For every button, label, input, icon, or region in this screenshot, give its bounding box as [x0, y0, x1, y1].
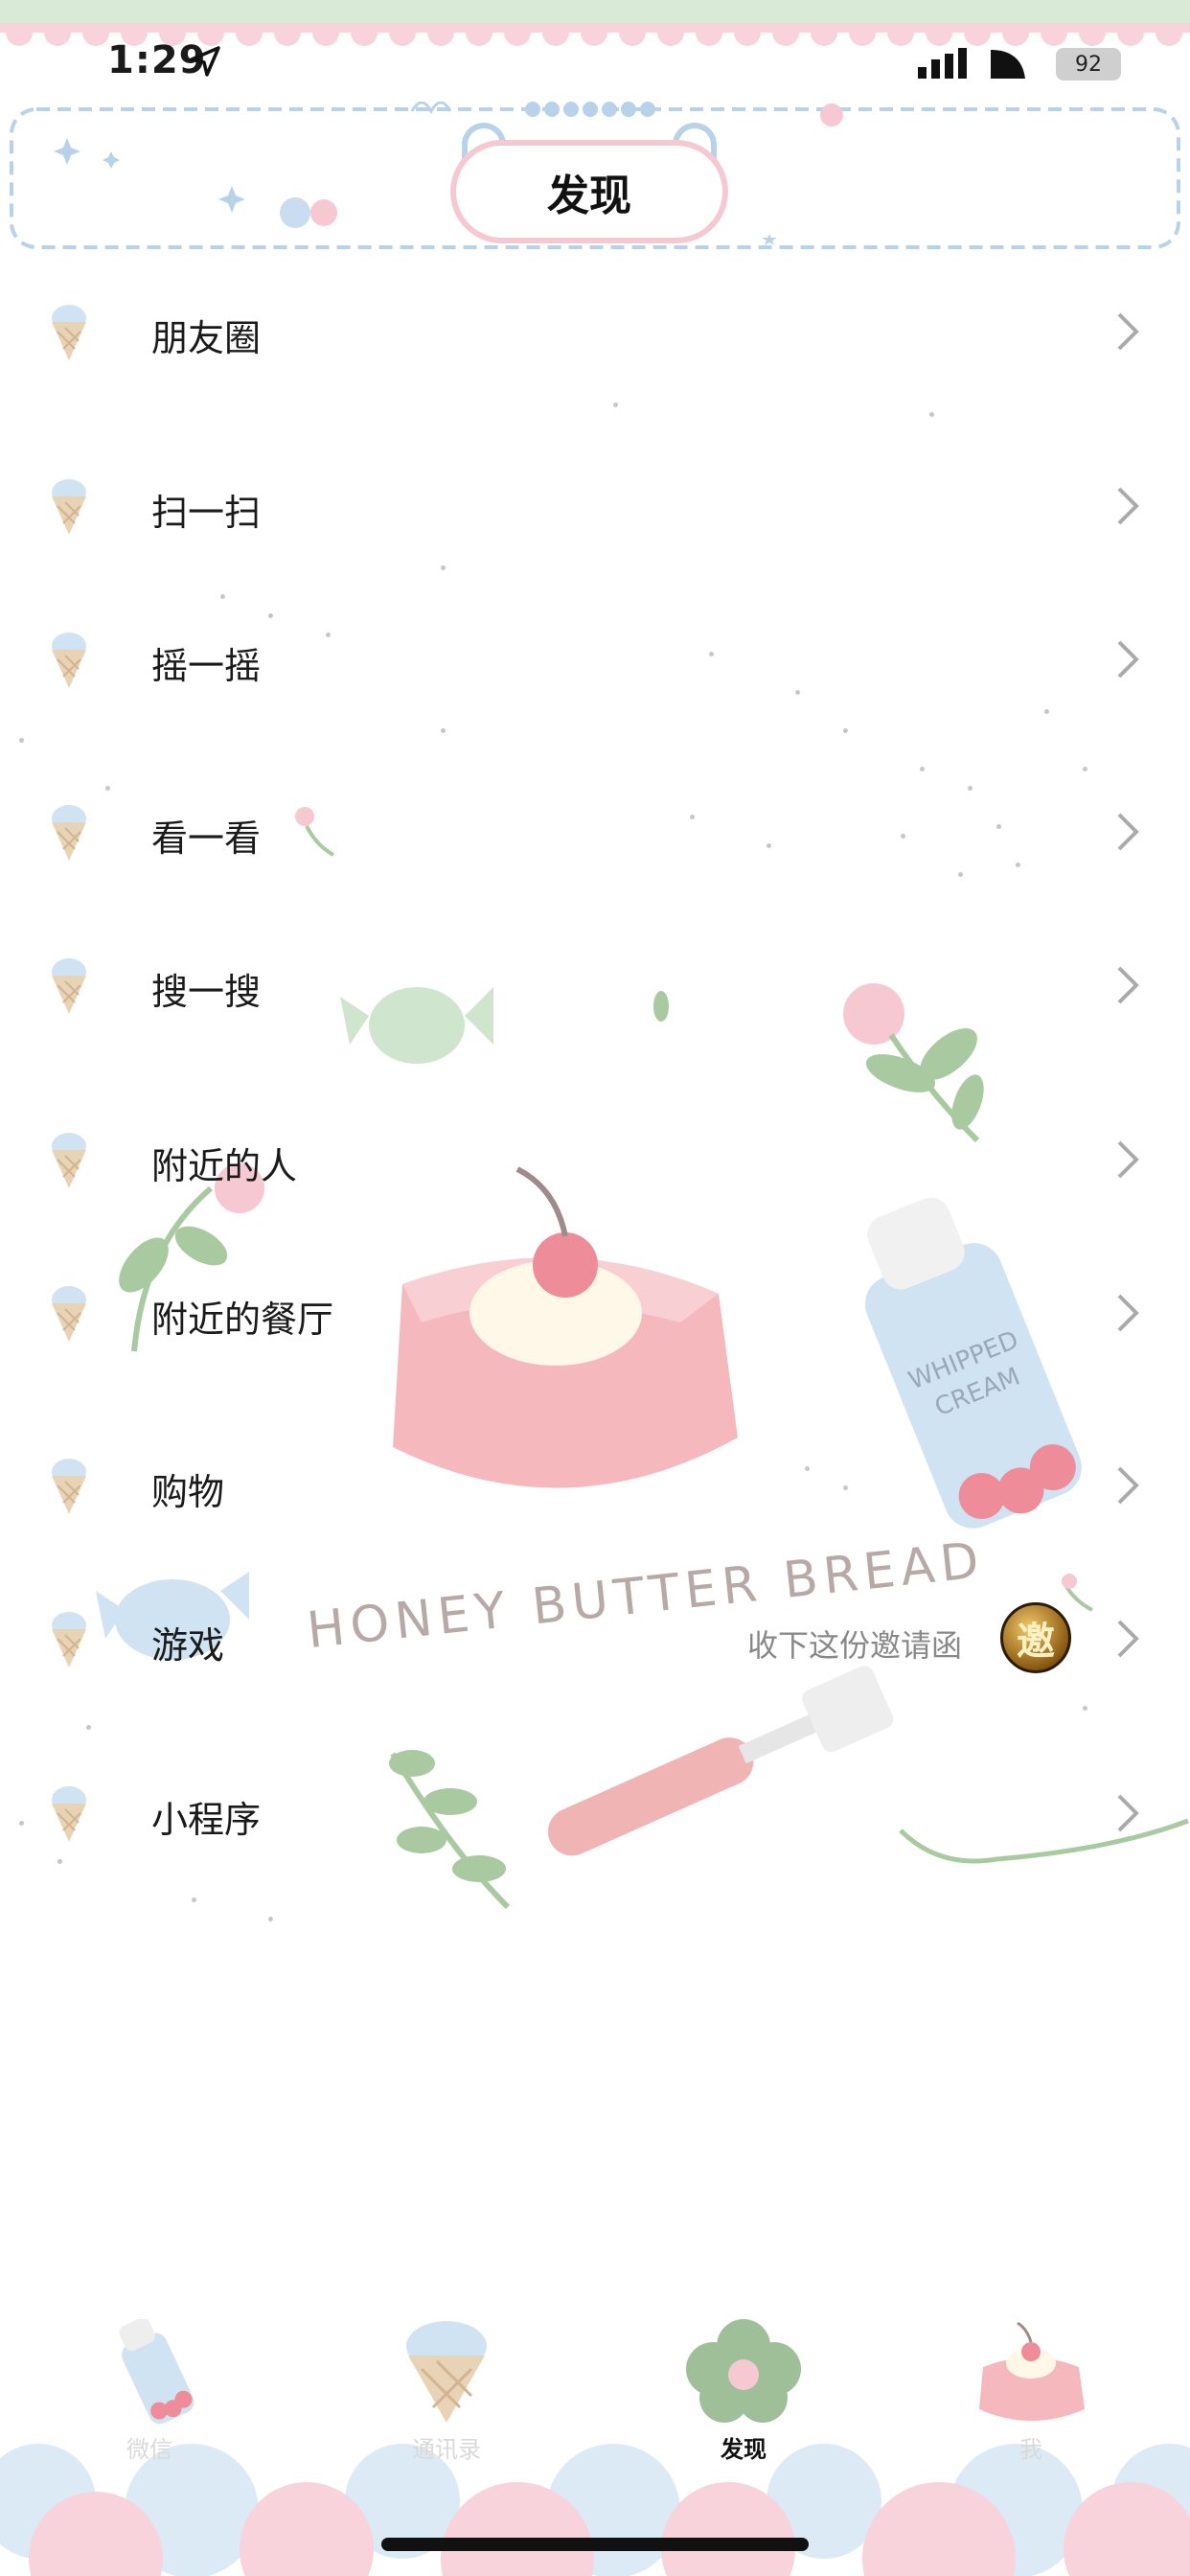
tab-label: 微信 — [126, 2436, 172, 2463]
ice-cream-cone-icon — [52, 305, 86, 360]
tab-contacts[interactable]: 通讯录 — [351, 2319, 542, 2463]
menu-item-mini-programs[interactable]: 小程序 — [0, 1756, 1190, 1871]
status-bar: 1:29 92 — [0, 38, 1190, 96]
menu-item-games[interactable]: 游戏 收下这份邀请函 邀 — [0, 1581, 1190, 1696]
menu-item-top-stories[interactable]: 看一看 — [0, 774, 1190, 889]
tab-chats[interactable]: 微信 — [54, 2319, 245, 2463]
ice-cream-cone-icon — [52, 632, 86, 688]
menu-item-label: 购物 — [151, 1471, 225, 1513]
menu-item-nearby-restaurants[interactable]: 附近的餐厅 — [0, 1255, 1190, 1370]
chevron-right-icon — [1117, 1794, 1139, 1832]
chevron-right-icon — [1117, 640, 1139, 678]
battery-level: 92 — [1075, 52, 1102, 77]
menu-item-label: 附近的餐厅 — [151, 1299, 334, 1341]
ice-cream-cone-icon — [52, 1459, 86, 1514]
menu-item-scan[interactable]: 扫一扫 — [0, 448, 1190, 564]
tab-label: 通讯录 — [412, 2436, 481, 2463]
ice-cream-cone-icon — [52, 805, 86, 861]
ice-cream-cone-icon — [52, 958, 86, 1014]
menu-item-label: 朋友圈 — [151, 317, 262, 359]
tab-discover[interactable]: 发现 — [648, 2319, 839, 2463]
ice-cream-cone-icon — [406, 2321, 487, 2423]
tab-label: 我 — [1019, 2436, 1042, 2463]
menu-item-label: 小程序 — [151, 1799, 262, 1841]
menu-item-shopping[interactable]: 购物 — [0, 1428, 1190, 1543]
chevron-right-icon — [1117, 1140, 1139, 1179]
invite-badge-glyph: 邀 — [1017, 1619, 1055, 1664]
ice-cream-cone-icon — [52, 479, 86, 535]
ice-cream-cone-icon — [52, 1786, 86, 1842]
page-title-pill: 发现 — [450, 140, 728, 243]
cake-icon — [979, 2321, 1085, 2421]
menu-item-label: 搜一搜 — [151, 971, 262, 1013]
chevron-right-icon — [1117, 312, 1139, 351]
invite-badge-icon: 邀 — [1000, 1602, 1071, 1673]
page-title: 发现 — [547, 172, 631, 220]
wifi-icon — [991, 50, 1025, 79]
home-indicator[interactable] — [381, 2538, 809, 2551]
ice-cream-cone-icon — [52, 1612, 86, 1668]
ice-cream-cone-icon — [52, 1133, 86, 1188]
tab-label: 发现 — [721, 2436, 767, 2463]
ice-cream-cone-icon — [52, 1286, 86, 1342]
menu-item-moments[interactable]: 朋友圈 — [0, 274, 1190, 389]
flower-icon — [686, 2319, 801, 2423]
menu-item-people-nearby[interactable]: 附近的人 — [0, 1102, 1190, 1217]
menu-item-shake[interactable]: 摇一摇 — [0, 602, 1190, 717]
cream-label-2: CREAM — [931, 1363, 1024, 1423]
location-arrow-icon — [190, 46, 220, 77]
bottom-tab-bar: 微信 通讯录 发现 我 — [0, 2300, 1190, 2576]
chevron-right-icon — [1117, 1466, 1139, 1505]
tab-me[interactable]: 我 — [935, 2319, 1127, 2463]
menu-item-label: 扫一扫 — [151, 492, 262, 534]
top-color-band — [0, 0, 1190, 23]
menu-item-label: 游戏 — [151, 1624, 225, 1667]
chevron-right-icon — [1117, 1294, 1139, 1332]
whipped-cream-bottle-icon — [119, 2319, 195, 2425]
chevron-right-icon — [1117, 966, 1139, 1004]
cellular-signal-icon — [918, 48, 967, 79]
chevron-right-icon — [1117, 1620, 1139, 1658]
chevron-right-icon — [1117, 813, 1139, 851]
chevron-right-icon — [1117, 487, 1139, 525]
menu-item-search[interactable]: 搜一搜 — [0, 928, 1190, 1043]
menu-item-label: 看一看 — [151, 817, 262, 860]
menu-item-label: 摇一摇 — [151, 645, 262, 687]
battery-icon: 92 — [1056, 48, 1121, 80]
menu-item-label: 附近的人 — [151, 1145, 298, 1187]
games-promo-text: 收下这份邀请函 — [747, 1627, 963, 1664]
